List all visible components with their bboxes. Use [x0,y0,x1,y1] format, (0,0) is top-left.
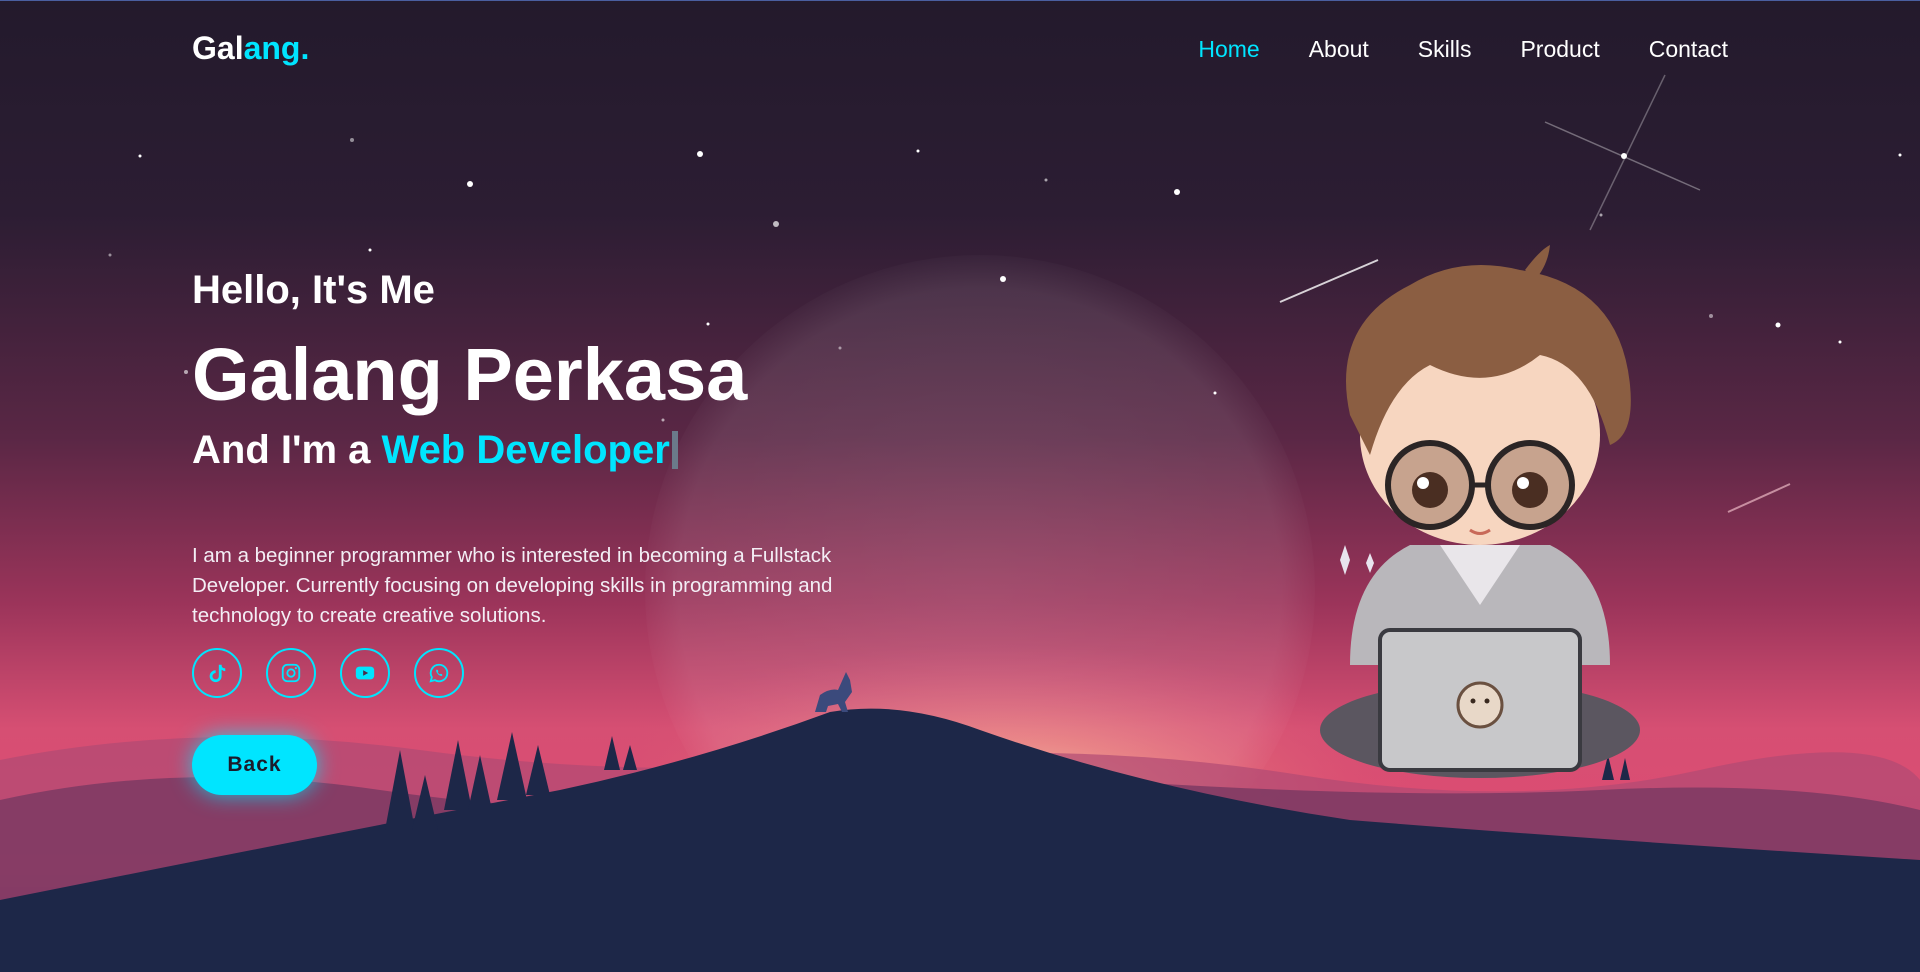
whatsapp-link[interactable] [414,648,464,698]
logo-text: Gal [192,30,244,66]
nav-about[interactable]: About [1309,36,1369,63]
avatar-illustration [1320,245,1640,778]
role-prefix: And I'm a [192,428,382,472]
nav-skills[interactable]: Skills [1418,36,1472,63]
nav-contact[interactable]: Contact [1649,36,1728,63]
social-links [192,648,464,698]
hero-greeting: Hello, It's Me [192,268,435,312]
back-button[interactable]: Back [192,735,317,795]
hero-description: I am a beginner programmer who is intere… [192,543,833,627]
typing-caret [671,431,678,469]
nav-product[interactable]: Product [1520,36,1599,63]
tiktok-link[interactable] [192,648,242,698]
top-border [0,0,1920,1]
hero-name: Galang Perkasa [192,333,748,416]
role-typed-text: Web Developer [381,428,670,472]
nav-home[interactable]: Home [1198,36,1259,63]
logo-accent-text: ang. [243,30,310,66]
youtube-link[interactable] [340,648,390,698]
hero-role: And I'm a Web Developer [192,428,678,473]
youtube-icon [355,666,375,680]
tiktok-icon [209,664,226,683]
instagram-link[interactable] [266,648,316,698]
main-nav: Home About Skills Product Contact [1198,36,1728,63]
whatsapp-icon [429,663,449,683]
site-logo[interactable]: Galang. [192,30,309,67]
instagram-icon [281,663,301,683]
